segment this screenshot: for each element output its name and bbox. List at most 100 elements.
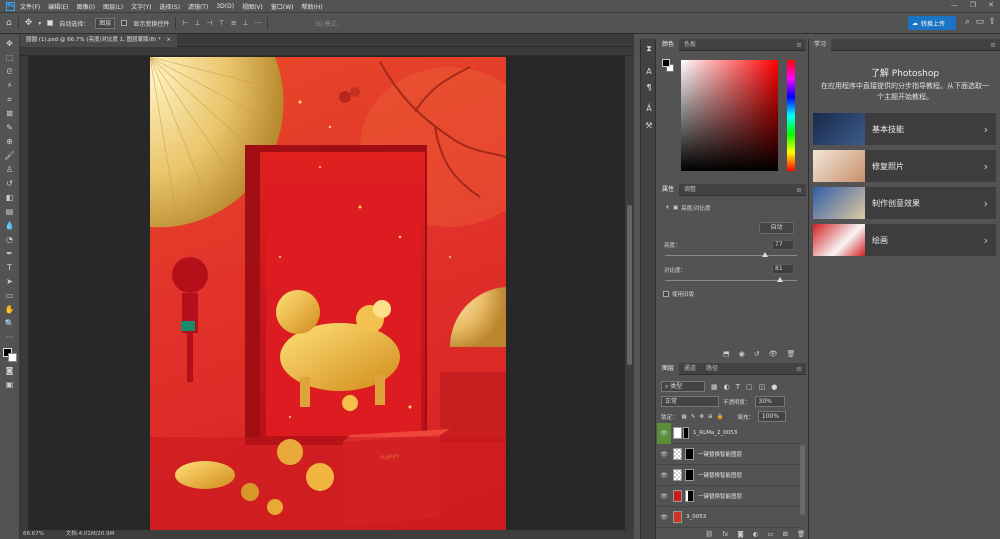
eye-icon[interactable]: 👁 bbox=[657, 472, 671, 479]
layer-filter-dropdown[interactable]: ⌕ 类型 bbox=[661, 381, 705, 392]
tab-layers[interactable]: 图层 bbox=[657, 362, 680, 375]
scrollbar-thumb[interactable] bbox=[627, 205, 632, 365]
clone-stamp-tool-icon[interactable]: ♙ bbox=[4, 164, 16, 175]
blend-mode-dropdown[interactable]: 正常 bbox=[661, 396, 719, 407]
healing-brush-tool-icon[interactable]: ⊕ bbox=[4, 136, 16, 147]
lock-artboard-icon[interactable]: ⊞ bbox=[708, 414, 713, 420]
lasso-tool-icon[interactable]: ᘓ bbox=[4, 66, 16, 77]
layer-mask-thumbnail[interactable] bbox=[685, 448, 694, 460]
menu-file[interactable]: 文件(F) bbox=[20, 2, 40, 11]
visibility-icon[interactable]: 👁 bbox=[769, 350, 778, 358]
search-icon[interactable]: ⌕ bbox=[965, 17, 970, 27]
minimize-icon[interactable]: — bbox=[951, 1, 958, 9]
learn-topic-fix-photo[interactable]: 修复照片 › bbox=[813, 150, 996, 182]
filter-smart-icon[interactable]: ◫ bbox=[759, 383, 766, 391]
eraser-tool-icon[interactable]: ◧ bbox=[4, 192, 16, 203]
chevron-down-icon[interactable]: ▾ bbox=[38, 20, 41, 27]
tab-color[interactable]: 颜色 bbox=[657, 38, 680, 51]
brightness-value-input[interactable]: 77 bbox=[772, 240, 794, 250]
tab-swatches[interactable]: 色板 bbox=[679, 39, 701, 51]
eye-icon[interactable]: 👁 bbox=[657, 451, 671, 458]
layer-name[interactable]: 一键替换智能图层 bbox=[698, 450, 742, 458]
tab-properties[interactable]: 属性 bbox=[657, 183, 680, 196]
frame-tool-icon[interactable]: ⊠ bbox=[4, 108, 16, 119]
close-tab-icon[interactable]: × bbox=[166, 37, 171, 43]
panel-menu-icon[interactable]: ≡ bbox=[990, 41, 996, 49]
workspace-icon[interactable]: ▭ bbox=[975, 17, 984, 27]
use-legacy-checkbox[interactable] bbox=[663, 291, 669, 297]
lock-position-icon[interactable]: ✥ bbox=[699, 414, 704, 420]
lock-paint-icon[interactable]: ✎ bbox=[691, 414, 696, 420]
character-icon[interactable]: A bbox=[644, 67, 654, 77]
layers-scrollbar[interactable] bbox=[800, 445, 805, 515]
fx-icon[interactable]: fx bbox=[722, 530, 728, 538]
align-right-icon[interactable]: ⊣ bbox=[207, 19, 213, 27]
eye-icon[interactable]: 👁 bbox=[657, 514, 671, 521]
layer-row[interactable]: 👁 一键替换智能图层 bbox=[657, 444, 800, 465]
align-bottom-icon[interactable]: ⊥ bbox=[243, 19, 249, 27]
menu-image[interactable]: 图像(I) bbox=[77, 2, 95, 11]
filter-adjustment-icon[interactable]: ◐ bbox=[724, 383, 730, 391]
gradient-tool-icon[interactable]: ▤ bbox=[4, 206, 16, 217]
close-icon[interactable]: ✕ bbox=[988, 1, 994, 9]
tab-channels[interactable]: 通道 bbox=[679, 363, 701, 375]
tool-presets-icon[interactable]: ⚒ bbox=[644, 121, 654, 131]
learn-topic-painting[interactable]: 绘画 › bbox=[813, 224, 996, 256]
hue-slider[interactable] bbox=[787, 60, 795, 171]
layer-row[interactable]: 👁 一键替换智能图层 bbox=[657, 486, 800, 507]
view-previous-icon[interactable]: ◉ bbox=[739, 350, 745, 358]
crop-tool-icon[interactable]: ⌗ bbox=[4, 94, 16, 105]
new-group-icon[interactable]: ▭ bbox=[767, 530, 773, 538]
filter-pixel-icon[interactable]: ▦ bbox=[711, 383, 718, 391]
history-brush-tool-icon[interactable]: ↺ bbox=[4, 178, 16, 189]
align-left-icon[interactable]: ⊢ bbox=[182, 19, 188, 27]
maximize-icon[interactable]: ❐ bbox=[970, 1, 976, 9]
new-layer-icon[interactable]: ⊞ bbox=[783, 530, 788, 538]
auto-select-checkbox[interactable] bbox=[47, 20, 54, 26]
learn-topic-creative-effects[interactable]: 制作创意效果 › bbox=[813, 187, 996, 219]
document-canvas[interactable]: HAPPY bbox=[150, 57, 506, 530]
path-selection-tool-icon[interactable]: ➤ bbox=[4, 276, 16, 287]
layer-name[interactable]: 1_RLMa_2_0053 bbox=[693, 430, 737, 436]
menu-filter[interactable]: 滤镜(T) bbox=[188, 2, 208, 11]
menu-3d[interactable]: 3D(D) bbox=[216, 3, 234, 10]
cloud-upload-button[interactable]: ☁ 转换上传 bbox=[908, 16, 956, 30]
foreground-color-swatch[interactable] bbox=[662, 59, 670, 67]
zoom-tool-icon[interactable]: 🔍 bbox=[4, 318, 16, 329]
learn-topic-basic-skills[interactable]: 基本技能 › bbox=[813, 113, 996, 145]
type-tool-icon[interactable]: T bbox=[4, 262, 16, 273]
glyphs-icon[interactable]: Ä bbox=[644, 104, 654, 114]
align-middle-icon[interactable]: ≡ bbox=[231, 19, 237, 27]
menu-layer[interactable]: 图层(L) bbox=[103, 2, 123, 11]
menu-window[interactable]: 窗口(W) bbox=[271, 2, 294, 11]
rectangle-tool-icon[interactable]: ▭ bbox=[4, 290, 16, 301]
share-icon[interactable]: ⇪ bbox=[988, 17, 996, 27]
layer-mask-thumbnail[interactable] bbox=[685, 490, 694, 502]
lock-all-icon[interactable]: 🔒 bbox=[717, 414, 724, 420]
fill-input[interactable]: 100% bbox=[757, 411, 786, 422]
link-layers-icon[interactable]: ⛓ bbox=[705, 530, 713, 538]
move-tool-icon[interactable]: ✥ bbox=[4, 38, 16, 49]
add-mask-icon[interactable]: ◙ bbox=[737, 530, 743, 538]
eye-icon[interactable]: 👁 bbox=[657, 422, 671, 444]
align-top-icon[interactable]: ⊤ bbox=[219, 19, 225, 27]
layer-row[interactable]: 👁 3_0053 bbox=[657, 507, 800, 528]
color-swatches[interactable] bbox=[2, 348, 17, 362]
color-field[interactable] bbox=[681, 60, 778, 171]
lock-pixels-icon[interactable]: ▦ bbox=[682, 414, 687, 420]
menu-select[interactable]: 选择(S) bbox=[159, 2, 180, 11]
brightness-slider[interactable] bbox=[665, 255, 797, 256]
filter-toggle-icon[interactable]: ● bbox=[771, 383, 777, 391]
document-tab[interactable]: 圆圆 (1).psd @ 66.7% (亮度/对比度 1, 图层蒙版/8) * … bbox=[20, 34, 177, 47]
layer-mask-thumbnail[interactable] bbox=[683, 427, 689, 439]
more-options-icon[interactable]: ··· bbox=[255, 19, 262, 27]
layer-name[interactable]: 一键替换智能图层 bbox=[698, 492, 742, 500]
tab-paths[interactable]: 路径 bbox=[701, 363, 723, 375]
hand-tool-icon[interactable]: ✋ bbox=[4, 304, 16, 315]
home-icon[interactable]: ⌂ bbox=[6, 18, 12, 28]
blur-tool-icon[interactable]: 💧 bbox=[4, 220, 16, 231]
tab-adjustments[interactable]: 调整 bbox=[679, 184, 701, 196]
menu-edit[interactable]: 编辑(E) bbox=[48, 2, 68, 11]
quick-mask-icon[interactable]: ◙ bbox=[4, 365, 16, 376]
pen-tool-icon[interactable]: ✒ bbox=[4, 248, 16, 259]
